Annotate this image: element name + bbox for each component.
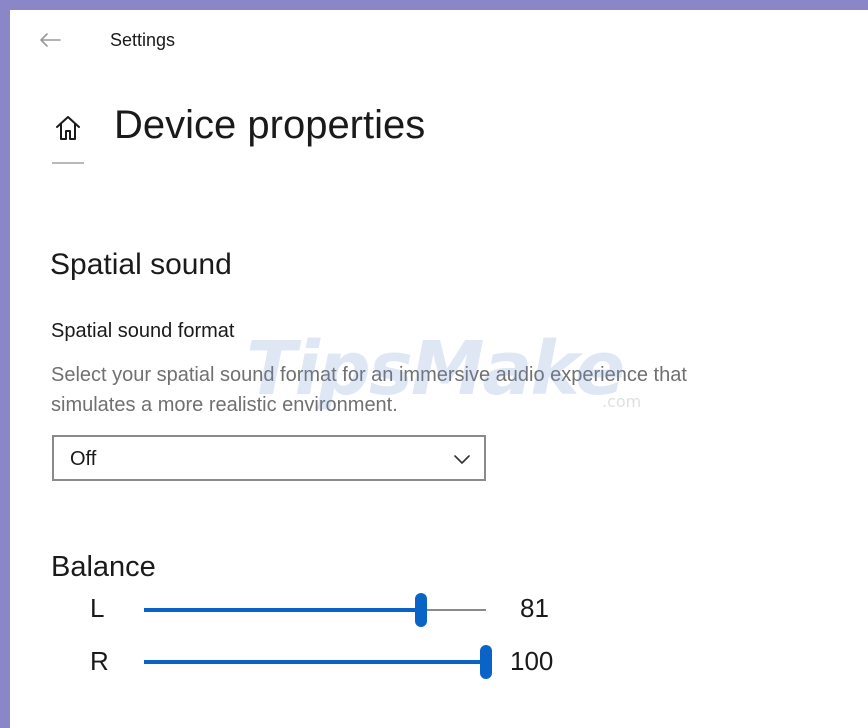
slider-value-right: 100 (510, 646, 554, 676)
arrow-left-icon (40, 33, 61, 47)
slider-fill (144, 608, 421, 612)
section-title-spatial-sound: Spatial sound (50, 248, 232, 281)
channel-label-left: L (90, 593, 105, 623)
chevron-down-icon (454, 455, 470, 464)
balance-slider-right[interactable] (144, 645, 492, 679)
app-title: Settings (110, 30, 176, 50)
settings-window: Settings Device properties Spatial sound… (10, 10, 868, 728)
home-icon (56, 116, 80, 140)
slider-fill (144, 660, 486, 664)
home-button[interactable] (50, 110, 86, 146)
spatial-sound-format-description: Select your spatial sound format for an … (51, 364, 687, 416)
section-title-balance: Balance (51, 551, 156, 583)
channel-label-right: R (90, 646, 109, 676)
title-bar: Settings (10, 10, 868, 70)
dropdown-selected-value: Off (70, 448, 97, 470)
home-underline (52, 162, 84, 164)
back-button[interactable] (34, 26, 66, 54)
page-title: Device properties (114, 103, 426, 147)
balance-slider-left[interactable] (144, 593, 486, 627)
spatial-sound-format-label: Spatial sound format (51, 320, 235, 342)
slider-thumb[interactable] (480, 645, 492, 679)
spatial-sound-format-dropdown[interactable]: Off (52, 435, 486, 481)
slider-value-left: 81 (520, 593, 549, 623)
slider-thumb[interactable] (415, 593, 427, 627)
